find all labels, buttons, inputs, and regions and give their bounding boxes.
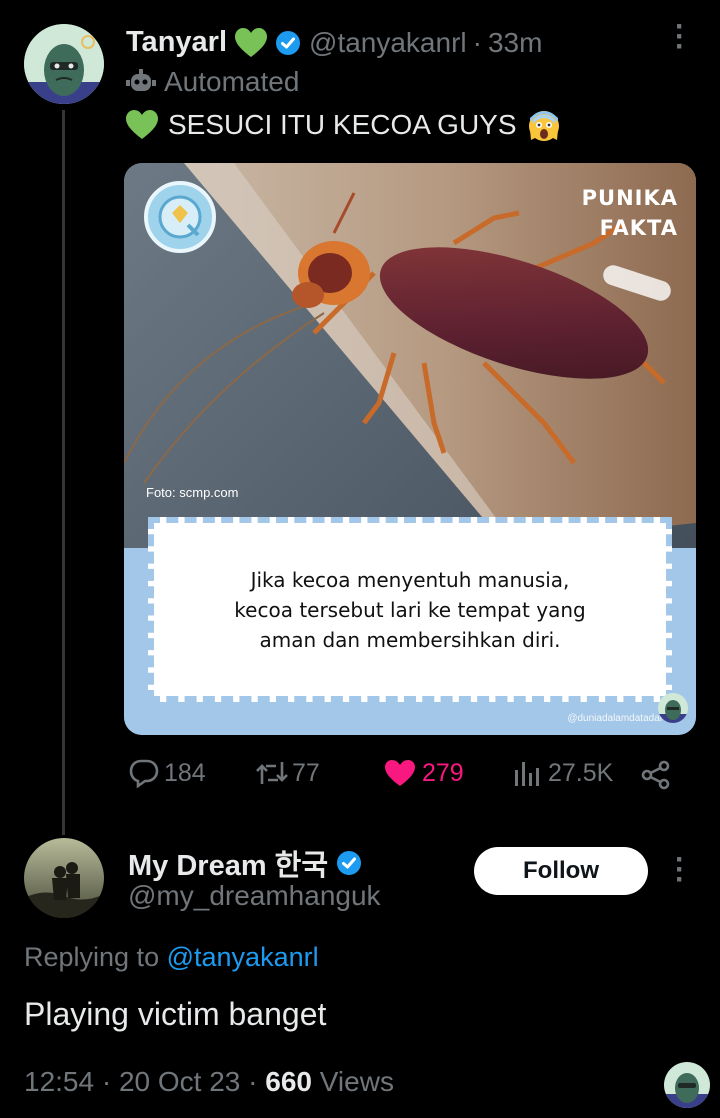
green-heart-emoji-icon	[126, 110, 158, 140]
reply-time[interactable]: 12:54	[24, 1066, 94, 1097]
verified-badge-icon	[275, 30, 301, 56]
reply-avatar-image	[24, 838, 104, 918]
replying-to-row: Replying to @tanyakanrl	[24, 942, 319, 973]
author-handle[interactable]: @tanyakanrl	[309, 27, 467, 59]
follow-button[interactable]: Follow	[474, 847, 648, 895]
replying-to-handle[interactable]: @tanyakanrl	[167, 942, 319, 972]
avatar-image	[24, 24, 104, 104]
floating-avatar-icon[interactable]	[664, 1062, 710, 1108]
author-name[interactable]: Tanyarl	[126, 26, 227, 59]
caption-line-1: Jika kecoa menyentuh manusia,	[250, 567, 570, 592]
separator-dot: ·	[472, 26, 482, 58]
green-heart-icon	[235, 27, 268, 58]
automated-row: Automated	[126, 66, 299, 98]
reply-action[interactable]: 184	[128, 758, 206, 788]
tweet-header: Tanyarl @tanyakanrl · 33m	[126, 26, 542, 59]
brand-logo-icon	[144, 181, 216, 253]
brand-line-1: PUNIKA	[581, 186, 678, 210]
bot-icon	[126, 68, 156, 96]
photo-credit: Foto: scmp.com	[146, 485, 239, 500]
reply-author-avatar[interactable]	[24, 838, 104, 918]
tweet-text-row: SESUCI ITU KECOA GUYS	[126, 108, 561, 142]
repost-action[interactable]: 77	[254, 758, 320, 788]
analytics-icon	[515, 762, 539, 786]
tweet-text: SESUCI ITU KECOA GUYS	[168, 109, 517, 140]
more-options-icon[interactable]: · · ·	[672, 12, 688, 62]
verified-badge-icon	[336, 850, 362, 876]
caption-line-2: kecoa tersebut lari ke tempat yang	[234, 597, 586, 622]
view-count: 27.5K	[548, 758, 614, 787]
screaming-face-emoji-icon	[527, 108, 561, 142]
tweet-time[interactable]: 33m	[488, 27, 542, 59]
watermark: @duniadalamdatadai	[567, 713, 662, 724]
reply-meta-row: 12:54 · 20 Oct 23 · 660 Views	[24, 1066, 394, 1098]
meta-dot-1: ·	[101, 1066, 112, 1097]
repost-icon	[256, 762, 288, 784]
repost-count: 77	[292, 758, 320, 787]
meta-dot-2: ·	[248, 1066, 258, 1097]
reply-author-name[interactable]: My Dream 한국	[128, 842, 328, 884]
thread-line	[62, 110, 65, 835]
heart-filled-icon	[385, 760, 415, 786]
automated-label: Automated	[164, 66, 300, 97]
brand-name: PUNIKA FAKTA	[582, 183, 678, 243]
reply-more-options-icon[interactable]: · · ·	[672, 845, 688, 895]
like-action[interactable]: 279	[384, 758, 464, 788]
reply-views-count: 660	[265, 1066, 312, 1097]
brand-line-2: FAKTA	[599, 216, 678, 240]
reply-text: Playing victim banget	[24, 996, 327, 1032]
reply-views-label: Views	[319, 1066, 394, 1097]
replying-to-prefix: Replying to	[24, 942, 160, 972]
reply-count: 184	[164, 758, 206, 787]
author-avatar[interactable]	[24, 24, 104, 104]
reply-author-row: My Dream 한국	[128, 842, 362, 884]
caption-box: Jika kecoa menyentuh manusia, kecoa ters…	[148, 517, 672, 702]
like-count: 279	[422, 758, 464, 787]
reply-date[interactable]: 20 Oct 23	[119, 1066, 240, 1097]
views-action[interactable]: 27.5K	[512, 758, 613, 788]
caption-line-3: aman dan membersihkan diri.	[259, 627, 561, 652]
watermark-avatar-icon	[658, 693, 688, 723]
tweet-image[interactable]: PUNIKA FAKTA Foto: scmp.com Jika kecoa m…	[124, 163, 696, 735]
reply-author-handle[interactable]: @my_dreamhanguk	[128, 880, 381, 912]
reply-icon	[129, 759, 159, 788]
share-icon[interactable]	[640, 759, 672, 796]
